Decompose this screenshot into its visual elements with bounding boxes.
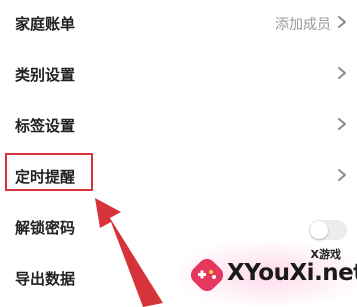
watermark-site: XYouXi.net	[227, 260, 357, 286]
watermark: X游戏 XYouXi.net	[180, 240, 357, 307]
gamepad-logo-icon	[190, 258, 224, 292]
